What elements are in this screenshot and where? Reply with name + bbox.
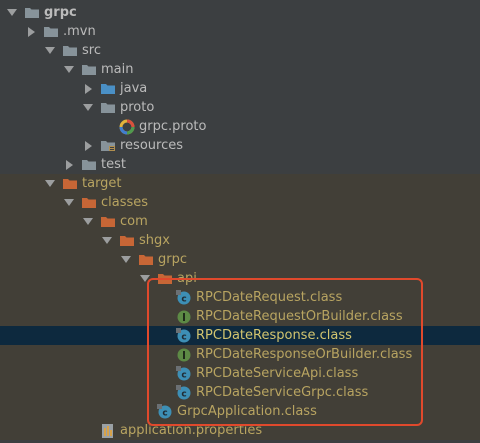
tree-item-label: RPCDateRequestOrBuilder.class: [196, 309, 403, 324]
tree-row[interactable]: RPCDateResponseOrBuilder.class: [0, 345, 480, 364]
class-file-icon: c: [176, 385, 192, 401]
tree-item-label: src: [82, 43, 101, 58]
class-file-icon: c: [176, 366, 192, 382]
tree-item-label: grpc.proto: [139, 119, 207, 134]
expand-arrow-icon[interactable]: [120, 250, 132, 269]
tree-item-label: api: [177, 271, 197, 286]
tree-item-label: java: [120, 81, 148, 96]
tree-item-label: shgx: [139, 233, 170, 248]
svg-text:c: c: [181, 371, 186, 381]
tree-row[interactable]: test: [0, 155, 480, 174]
svg-text:c: c: [181, 390, 186, 400]
tree-item-label: grpc: [158, 252, 187, 267]
tree-item-label: .mvn: [63, 24, 96, 39]
tree-item-label: resources: [120, 138, 184, 153]
class-file-icon: c: [157, 404, 173, 420]
excluded-folder-icon: [157, 271, 173, 287]
excluded-folder-icon: [119, 233, 135, 249]
tree-row[interactable]: resources: [0, 136, 480, 155]
collapse-arrow-icon[interactable]: [25, 22, 37, 41]
properties-file-icon: [100, 423, 116, 439]
tree-row[interactable]: application.properties: [0, 421, 480, 440]
folder-icon: [24, 5, 40, 21]
excluded-folder-icon: [62, 176, 78, 192]
folder-icon: [62, 43, 78, 59]
tree-item-label: RPCDateServiceApi.class: [196, 366, 359, 381]
class-file-icon: c: [176, 328, 192, 344]
tree-item-label: RPCDateResponse.class: [196, 328, 352, 343]
tree-row[interactable]: proto: [0, 98, 480, 117]
tree-row[interactable]: grpc: [0, 3, 480, 22]
tree-row[interactable]: main: [0, 60, 480, 79]
tree-item-label: test: [101, 157, 126, 172]
expand-arrow-icon[interactable]: [101, 231, 113, 250]
tree-row[interactable]: grpc: [0, 250, 480, 269]
tree-item-label: main: [101, 62, 134, 77]
tree-row[interactable]: RPCDateRequestOrBuilder.class: [0, 307, 480, 326]
excluded-folder-icon: [138, 252, 154, 268]
collapse-arrow-icon[interactable]: [63, 155, 75, 174]
excluded-folder-icon: [81, 195, 97, 211]
source-folder-icon: [100, 81, 116, 97]
expand-arrow-icon[interactable]: [63, 60, 75, 79]
tree-row[interactable]: grpc.proto: [0, 117, 480, 136]
tree-item-label: application.properties: [120, 423, 263, 438]
tree-row[interactable]: c RPCDateServiceApi.class: [0, 364, 480, 383]
svg-text:c: c: [181, 333, 186, 343]
expand-arrow-icon[interactable]: [44, 41, 56, 60]
tree-row[interactable]: c RPCDateServiceGrpc.class: [0, 383, 480, 402]
tree-item-label: grpc: [44, 5, 77, 20]
expand-arrow-icon[interactable]: [44, 174, 56, 193]
interface-file-icon: [176, 309, 192, 325]
tree-item-label: proto: [120, 100, 155, 115]
class-file-icon: c: [176, 290, 192, 306]
tree-item-label: RPCDateRequest.class: [196, 290, 343, 305]
tree-row[interactable]: c RPCDateResponse.class: [0, 326, 480, 345]
tree-row[interactable]: com: [0, 212, 480, 231]
tree-row[interactable]: classes: [0, 193, 480, 212]
resources-folder-icon: [100, 138, 116, 154]
excluded-folder-icon: [100, 214, 116, 230]
expand-arrow-icon[interactable]: [82, 98, 94, 117]
svg-text:c: c: [162, 409, 167, 419]
tree-row[interactable]: c GrpcApplication.class: [0, 402, 480, 421]
folder-icon: [81, 62, 97, 78]
interface-file-icon: [176, 347, 192, 363]
tree-item-label: target: [82, 176, 122, 191]
tree-row[interactable]: .mvn: [0, 22, 480, 41]
svg-text:c: c: [181, 295, 186, 305]
folder-icon: [81, 157, 97, 173]
expand-arrow-icon[interactable]: [139, 269, 151, 288]
tree-row[interactable]: api: [0, 269, 480, 288]
expand-arrow-icon[interactable]: [82, 212, 94, 231]
folder-icon: [43, 24, 59, 40]
expand-arrow-icon[interactable]: [63, 193, 75, 212]
tree-row[interactable]: c RPCDateRequest.class: [0, 288, 480, 307]
project-tree: grpc .mvn src main java proto grpc.proto resour…: [0, 0, 480, 443]
expand-arrow-icon[interactable]: [6, 3, 18, 22]
tree-row[interactable]: shgx: [0, 231, 480, 250]
folder-icon: [100, 100, 116, 116]
proto-file-icon: [119, 119, 135, 135]
tree-item-label: com: [120, 214, 148, 229]
collapse-arrow-icon[interactable]: [82, 79, 94, 98]
tree-item-label: RPCDateServiceGrpc.class: [196, 385, 369, 400]
tree-row[interactable]: src: [0, 41, 480, 60]
tree-row[interactable]: java: [0, 79, 480, 98]
collapse-arrow-icon[interactable]: [82, 136, 94, 155]
tree-item-label: classes: [101, 195, 149, 210]
tree-item-label: GrpcApplication.class: [177, 404, 317, 419]
tree-item-label: RPCDateResponseOrBuilder.class: [196, 347, 413, 362]
tree-row[interactable]: target: [0, 174, 480, 193]
